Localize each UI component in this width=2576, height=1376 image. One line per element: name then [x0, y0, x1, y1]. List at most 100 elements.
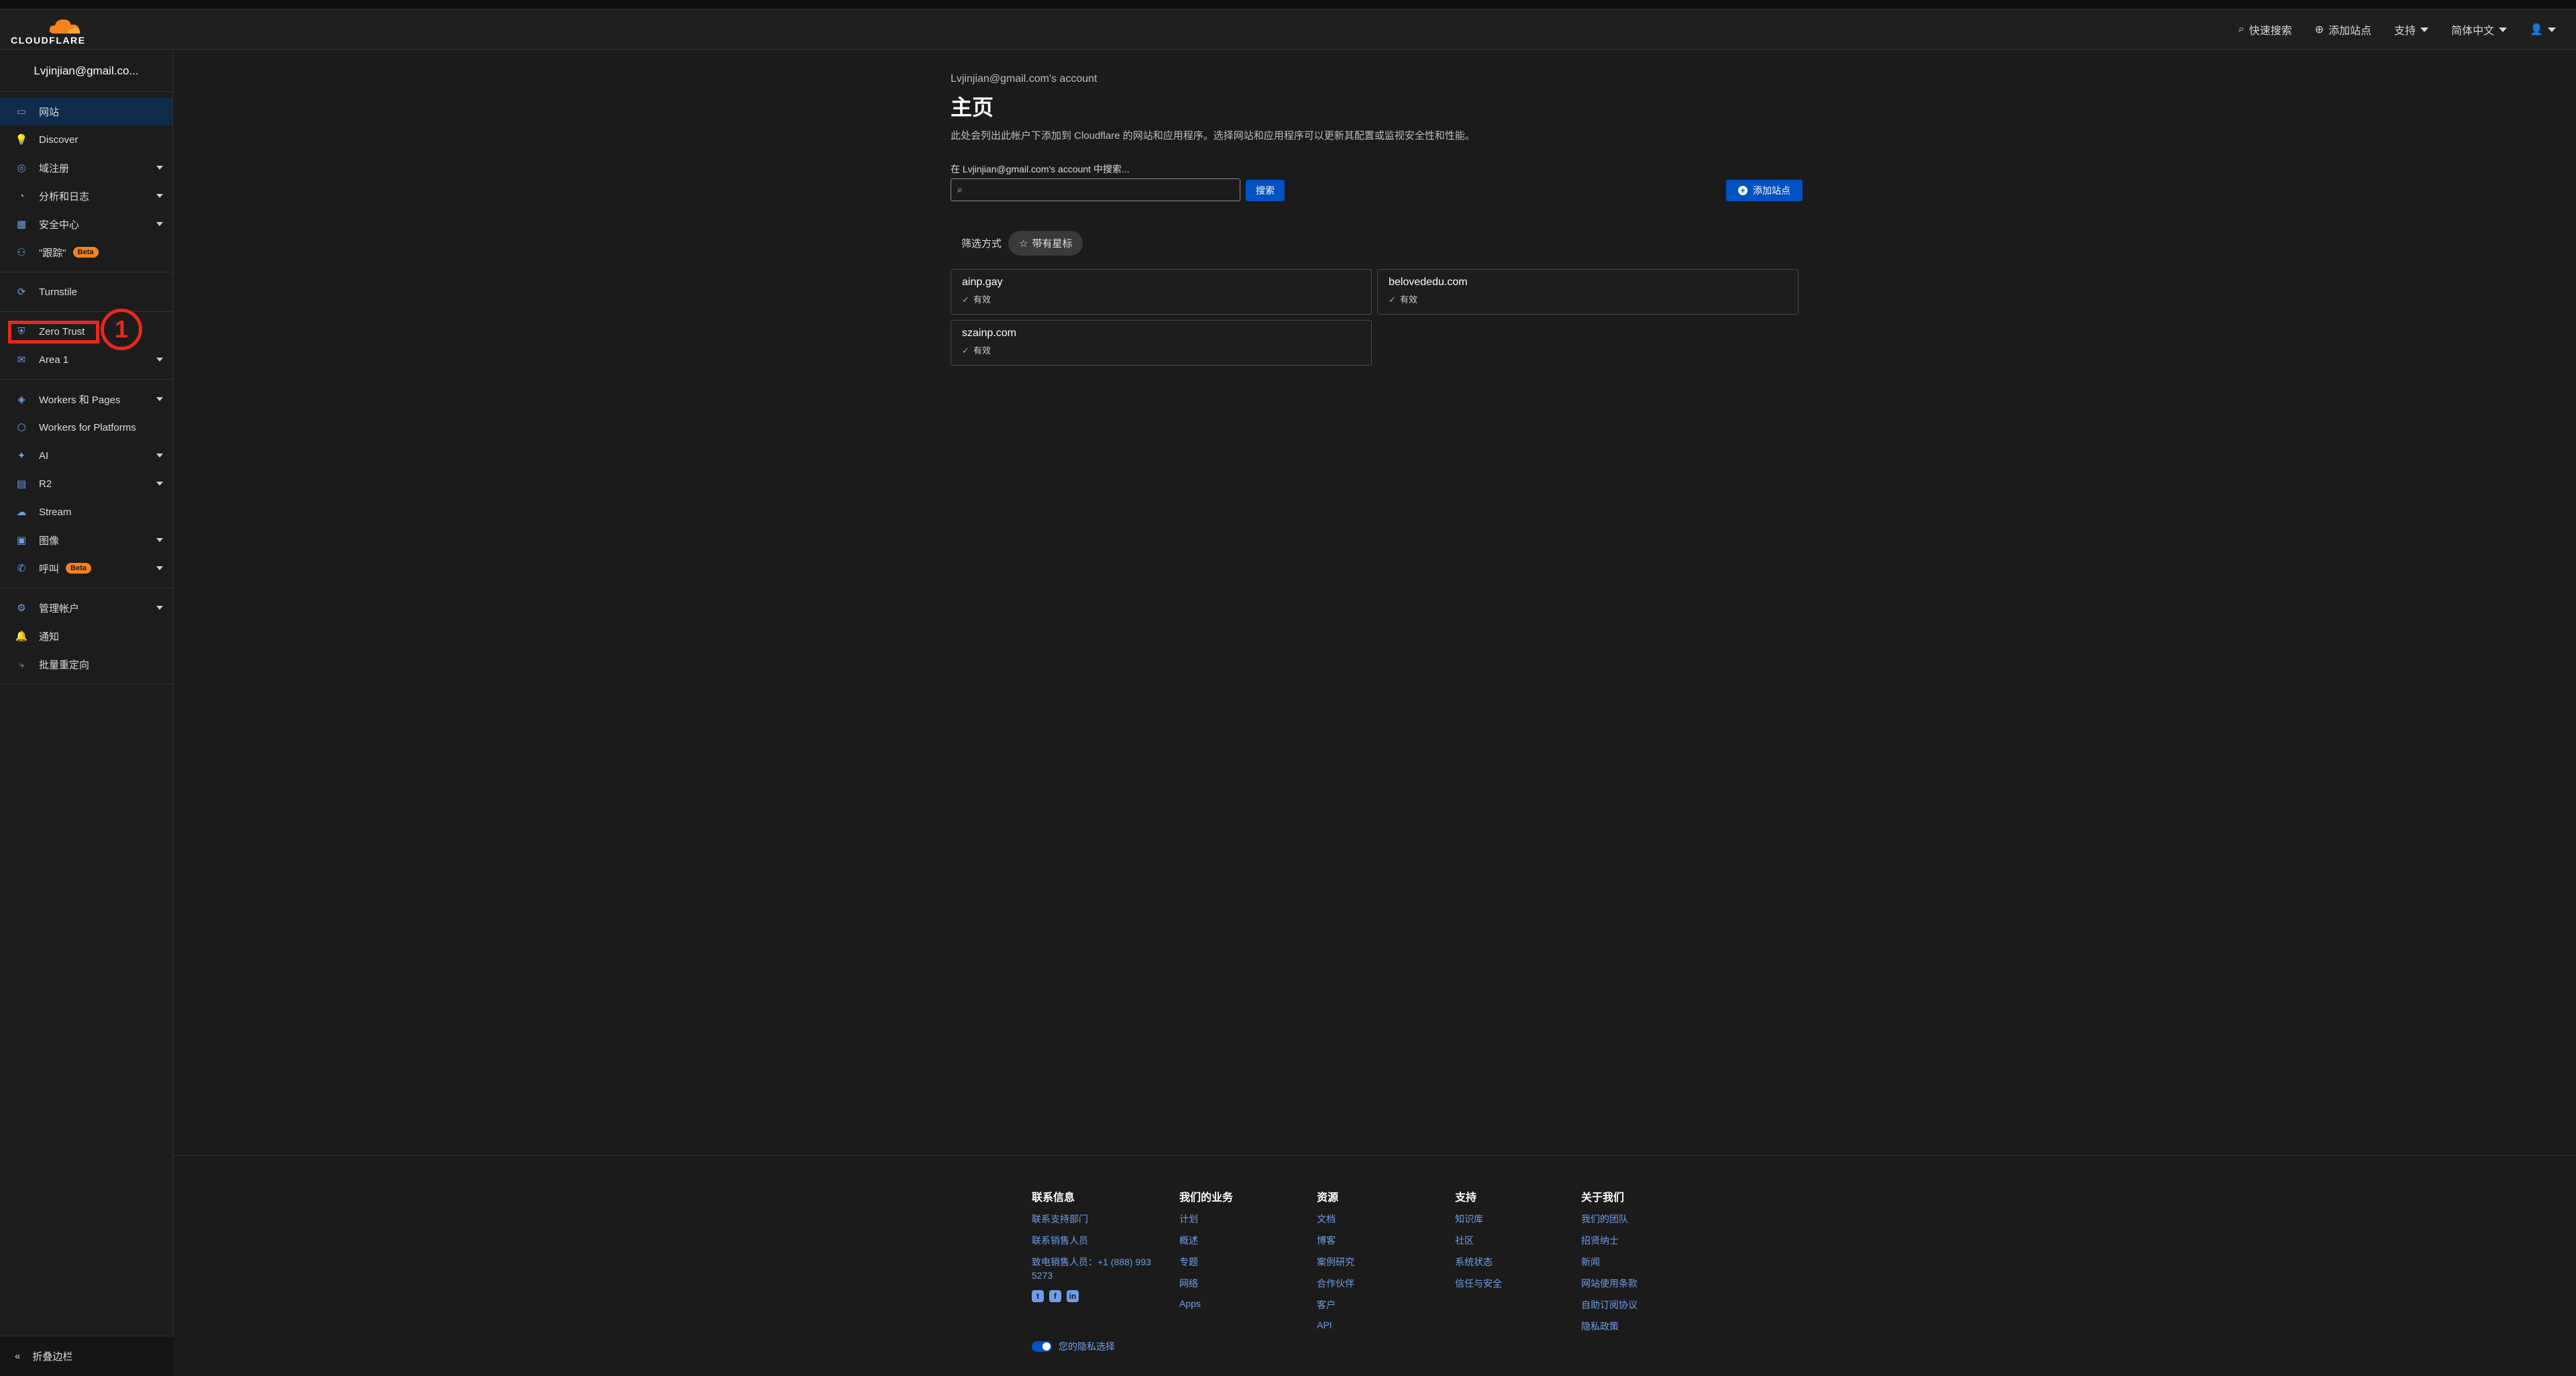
footer-link[interactable]: 致电销售人员：+1 (888) 993 5273 — [1032, 1255, 1159, 1282]
language-label: 简体中文 — [2451, 25, 2495, 37]
sidebar-item[interactable]: ⟳ Turnstile — [0, 278, 172, 306]
privacy-choices-link[interactable]: 您的隐私选择 — [1032, 1340, 1115, 1353]
footer-link[interactable]: API — [1317, 1320, 1455, 1330]
sidebar-item[interactable]: ⤷ 批量重定向 — [0, 650, 172, 678]
sidebar-item-label: 域注册 — [39, 162, 70, 174]
sidebar-item[interactable]: ✉ Area 1 — [0, 346, 172, 374]
header-add-site-label: 添加站点 — [2328, 25, 2372, 37]
sidebar-item-label: 网站 — [39, 106, 60, 118]
footer-link[interactable]: 系统状态 — [1455, 1255, 1581, 1269]
account-switcher[interactable]: Lvjinjian@gmail.co... — [0, 50, 172, 92]
starred-filter-chip[interactable]: ☆ 带有星标 — [1008, 231, 1083, 256]
gear-icon: ⚙ — [17, 602, 26, 614]
chevron-down-icon[interactable] — [156, 538, 163, 542]
site-card[interactable]: szainp.com ✓ 有效 — [951, 320, 1372, 366]
footer-link[interactable]: 隐私政策 — [1581, 1320, 1688, 1333]
sidebar-group: ⟳ Turnstile — [0, 272, 172, 312]
language-dropdown[interactable]: 简体中文 — [2451, 21, 2508, 38]
site-domain[interactable]: belovededu.com — [1389, 276, 1787, 288]
ai-icon: ✦ — [17, 450, 26, 462]
privacy-toggle-icon — [1032, 1341, 1052, 1352]
chevron-down-icon[interactable] — [156, 454, 163, 458]
footer-link[interactable]: 联系销售人员 — [1032, 1234, 1179, 1247]
chevron-down-icon[interactable] — [156, 566, 163, 570]
twitter-icon[interactable]: t — [1032, 1290, 1044, 1302]
sidebar-item[interactable]: ⚙ 管理帐户 — [0, 594, 172, 622]
sidebar-item[interactable]: ⬡ Workers for Platforms — [0, 413, 172, 441]
chevron-down-icon — [2499, 27, 2508, 32]
check-icon: ✓ — [1389, 295, 1396, 305]
chevron-down-icon[interactable] — [156, 397, 163, 401]
sidebar-item[interactable]: ⚇ "跟踪" Beta — [0, 238, 172, 266]
cloud-icon: ☁ — [16, 507, 27, 518]
sidebar-item[interactable]: ▭ 网站 — [0, 97, 172, 125]
turnstile-icon: ⟳ — [17, 286, 26, 298]
add-site-button[interactable]: + 添加站点 — [1726, 180, 1803, 201]
cloud-logo-icon — [49, 19, 80, 34]
footer-link[interactable]: 计划 — [1179, 1212, 1317, 1226]
facebook-icon[interactable]: f — [1049, 1290, 1061, 1302]
privacy-label: 您的隐私选择 — [1059, 1341, 1115, 1352]
footer-link[interactable]: 新闻 — [1581, 1255, 1688, 1269]
sidebar-item[interactable]: ☁ Stream — [0, 498, 172, 526]
footer-link[interactable]: 社区 — [1455, 1234, 1581, 1247]
phone-icon: ✆ — [17, 563, 26, 574]
sidebar-item[interactable]: ◈ Workers 和 Pages — [0, 385, 172, 413]
sidebar-item-label: AI — [39, 449, 49, 462]
footer-link[interactable]: 客户 — [1317, 1298, 1455, 1312]
site-card[interactable]: ainp.gay ✓ 有效 — [951, 269, 1372, 315]
sidebar-item[interactable]: ◔ 分析和日志 — [0, 182, 172, 210]
sidebar-item[interactable]: ◎ 域注册 — [0, 154, 172, 182]
footer-link[interactable]: 自助订阅协议 — [1581, 1298, 1688, 1312]
chevron-down-icon[interactable] — [156, 194, 163, 198]
quick-search-button[interactable]: ⌕ 快速搜索 — [2239, 21, 2292, 38]
header-add-site-button[interactable]: ⊕ 添加站点 — [2315, 21, 2371, 38]
footer-link[interactable]: 专题 — [1179, 1255, 1317, 1269]
sidebar-item[interactable]: 🔔 通知 — [0, 622, 172, 650]
footer-link[interactable]: Apps — [1179, 1298, 1317, 1309]
footer-link[interactable]: 网站使用条款 — [1581, 1277, 1688, 1290]
linkedin-icon[interactable]: in — [1067, 1290, 1079, 1302]
user-menu[interactable]: 👤 — [2530, 23, 2556, 36]
sidebar-item[interactable]: ▣ 图像 — [0, 526, 172, 554]
chevron-down-icon[interactable] — [156, 222, 163, 226]
sidebar-item[interactable]: ✆ 呼叫 Beta — [0, 554, 172, 582]
site-search-input[interactable]: ⌕ — [951, 178, 1240, 201]
plus-circle-icon: ⊕ — [2314, 24, 2324, 36]
footer-link[interactable]: 概述 — [1179, 1234, 1317, 1247]
footer-link[interactable]: 博客 — [1317, 1234, 1455, 1247]
sidebar-item[interactable]: 💡 Discover — [0, 125, 172, 154]
footer-link[interactable]: 联系支持部门 — [1032, 1212, 1179, 1226]
site-status: ✓ 有效 — [962, 343, 1360, 356]
sidebar-item-label: 安全中心 — [39, 219, 80, 231]
support-dropdown[interactable]: 支持 — [2394, 21, 2429, 38]
footer-link[interactable]: 我们的团队 — [1581, 1212, 1688, 1226]
footer-link[interactable]: 网络 — [1179, 1277, 1317, 1290]
footer-column-title: 关于我们 — [1581, 1192, 1625, 1204]
site-card[interactable]: belovededu.com ✓ 有效 — [1377, 269, 1799, 315]
chevron-down-icon[interactable] — [156, 482, 163, 486]
chevron-down-icon — [2548, 27, 2556, 32]
sidebar-item-label: Workers for Platforms — [39, 421, 136, 433]
footer-link[interactable]: 文档 — [1317, 1212, 1455, 1226]
sidebar-item[interactable]: ✦ AI — [0, 441, 172, 470]
footer-link[interactable]: 知识库 — [1455, 1212, 1581, 1226]
site-status-label: 有效 — [973, 295, 991, 305]
sidebar-item[interactable]: ▦ 安全中心 — [0, 210, 172, 238]
sidebar-item-label: 批量重定向 — [39, 659, 90, 671]
search-button[interactable]: 搜索 — [1246, 180, 1285, 201]
chevron-down-icon[interactable] — [156, 606, 163, 610]
site-domain[interactable]: szainp.com — [962, 327, 1360, 339]
chevron-down-icon[interactable] — [156, 358, 163, 362]
chevron-down-icon[interactable] — [156, 166, 163, 170]
footer-link[interactable]: 合作伙伴 — [1317, 1277, 1455, 1290]
site-domain[interactable]: ainp.gay — [962, 276, 1360, 288]
footer-link[interactable]: 案例研究 — [1317, 1255, 1455, 1269]
sidebar-item[interactable]: ▤ R2 — [0, 470, 172, 498]
footer-link[interactable]: 信任与安全 — [1455, 1277, 1581, 1290]
sidebar-item-label: Turnstile — [39, 286, 77, 298]
browser-top-strip — [0, 0, 2576, 9]
collapse-sidebar-button[interactable]: « 折叠边栏 — [0, 1336, 173, 1376]
cloudflare-logo[interactable]: CLOUDFLARE — [11, 16, 85, 46]
footer-link[interactable]: 招贤纳士 — [1581, 1234, 1688, 1247]
